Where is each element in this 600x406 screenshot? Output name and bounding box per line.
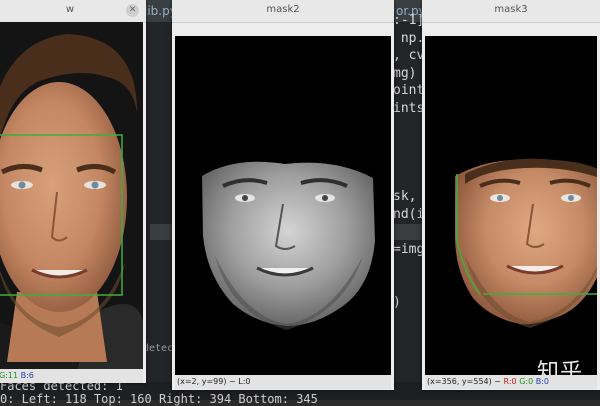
status-b-value: B:6 [20,371,34,380]
status-bar: G:11 B:6 [0,369,143,383]
image-canvas[interactable] [175,36,391,375]
gray-face-mask [175,36,391,375]
image-window-mask2[interactable]: mask2 (x=2, y=99) ~ L:0 [172,0,394,390]
color-face-mask [425,36,597,375]
window-titlebar[interactable]: mask3 [422,0,600,23]
status-bar: (x=356, y=554) ~ R:0 G:0 B:0 [425,375,597,389]
status-g-value: G:11 [0,371,19,380]
status-coords: (x=2, y=99) ~ L:0 [177,377,251,386]
close-icon[interactable]: ✕ [126,4,139,17]
image-window-w[interactable]: w ✕ G:11 B:6 [0,0,146,383]
window-titlebar[interactable]: mask2 [172,0,394,23]
code-line: , cv [393,48,425,64]
code-line: mg) [393,65,417,81]
status-b-value: B:0 [535,377,549,386]
window-title: mask2 [266,4,300,15]
code-editor-right[interactable]: :-1] np. , cv mg) oint ints sk, nd(i =img ) [393,12,424,311]
zhihu-watermark: 知乎 @ [537,360,584,375]
status-coords: (x=356, y=554) ~ [427,377,504,386]
code-line: ints [393,100,425,116]
image-canvas[interactable]: 知乎 @ [425,36,597,375]
code-line: =img [393,241,425,257]
console-coords-line: 0: Left: 118 Top: 160 Right: 394 Bottom:… [0,392,318,406]
code-line: nd(i [393,206,425,222]
code-line: ) [393,294,401,310]
image-window-mask3[interactable]: mask3 知乎 (x=356, y=554) ~ R:0 G:0 B:0 [422,0,600,390]
face-photo [0,22,143,369]
code-line: np. [393,30,425,46]
status-r-value: R:0 [503,377,517,386]
status-g-value: G:0 [519,377,534,386]
code-line: sk, [393,188,417,204]
window-titlebar[interactable]: w ✕ [0,0,146,23]
image-canvas[interactable] [0,22,143,369]
status-bar: (x=2, y=99) ~ L:0 [175,375,391,389]
window-title: mask3 [494,4,528,15]
window-title: w [65,4,75,15]
code-line: oint [393,83,425,99]
code-line: :-1] [393,13,425,28]
